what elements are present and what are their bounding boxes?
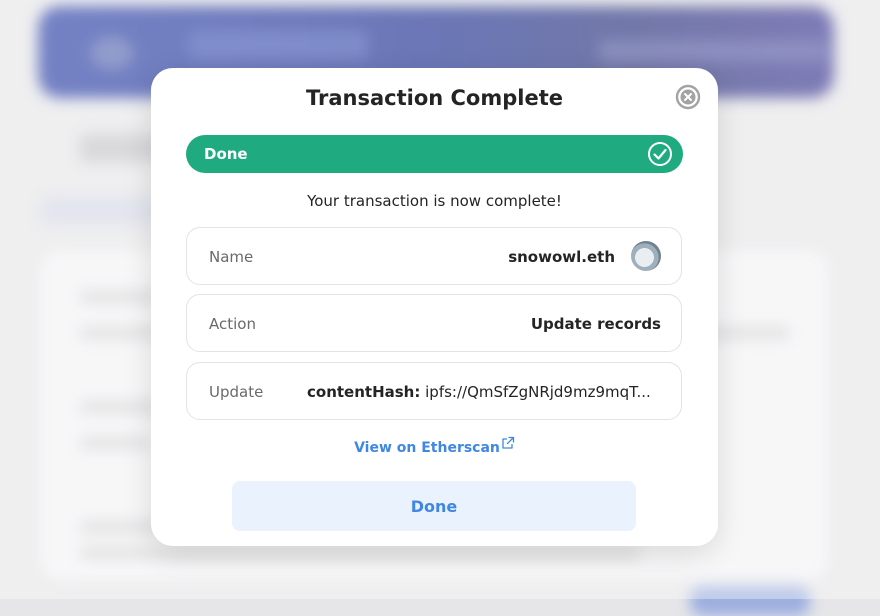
action-value: Update records [530, 315, 661, 333]
detail-row-update: Update contentHash: ipfs://QmSfZgNRjd9mz… [186, 362, 682, 420]
detail-row-name: Name snowowl.eth [186, 227, 682, 285]
update-content: ipfs://QmSfZgNRjd9mz9mqT... [425, 383, 651, 401]
detail-row-action: Action Update records [186, 294, 682, 352]
close-icon[interactable] [675, 84, 701, 110]
avatar [631, 241, 661, 271]
update-label: Update [209, 383, 264, 401]
etherscan-link-text[interactable]: View on Etherscan [354, 440, 500, 456]
action-label: Action [209, 315, 256, 333]
check-circle-icon [647, 141, 673, 167]
dialog-title: Transaction Complete [305, 86, 563, 110]
status-bar: Done [186, 135, 683, 173]
update-value: contentHash: ipfs://QmSfZgNRjd9mz9mqT... [307, 383, 651, 401]
status-label: Done [204, 145, 248, 163]
name-value: snowowl.eth [508, 248, 615, 266]
external-link-icon [502, 436, 515, 449]
etherscan-link[interactable]: View on Etherscan [151, 436, 718, 456]
transaction-complete-dialog: Transaction Complete Done Your transacti… [151, 68, 718, 546]
name-label: Name [209, 248, 254, 266]
done-button[interactable]: Done [232, 481, 636, 531]
completion-message: Your transaction is now complete! [307, 192, 562, 210]
update-key: contentHash: [307, 383, 421, 401]
